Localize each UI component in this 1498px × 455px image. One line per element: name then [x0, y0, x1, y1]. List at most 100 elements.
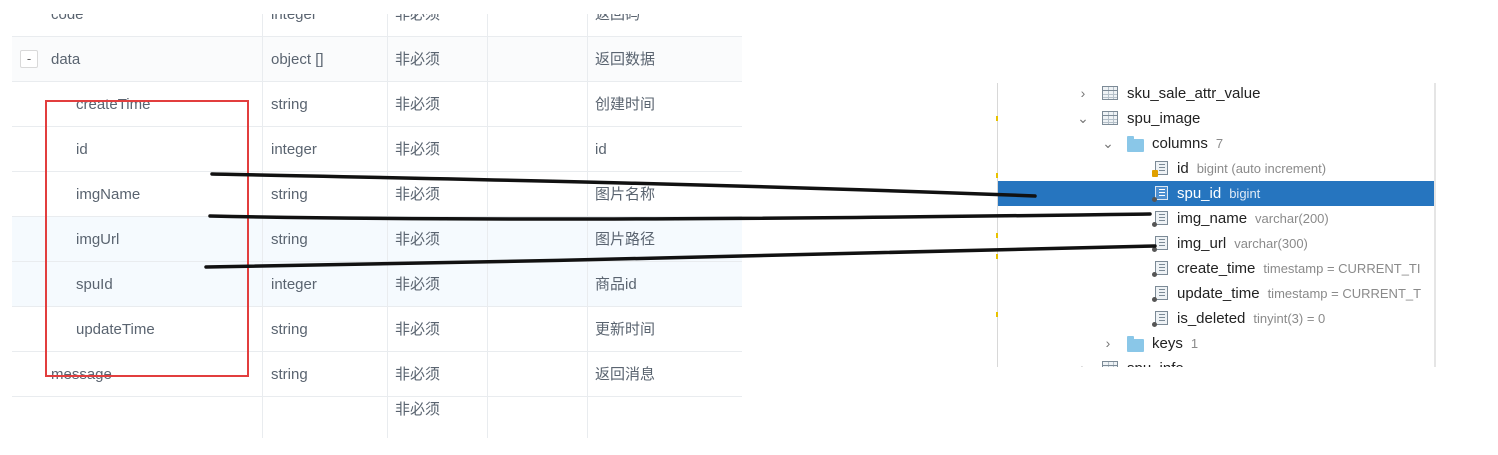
column-icon	[1152, 236, 1168, 252]
tree-item-sku-sale-attr-value[interactable]: › sku_sale_attr_value	[998, 83, 1434, 106]
table-row: 非必须	[12, 397, 742, 438]
param-desc: 商品id	[587, 262, 742, 307]
column-icon	[1152, 261, 1168, 277]
column-type: tinyint(3) = 0	[1253, 311, 1326, 326]
param-type: integer	[262, 14, 387, 37]
tree-item-column-id[interactable]: id bigint (auto increment)	[998, 156, 1434, 181]
param-default	[487, 82, 587, 127]
table-row: createTime string 非必须 创建时间	[12, 82, 742, 127]
folder-icon	[1127, 336, 1144, 352]
tree-item-keys[interactable]: › keys 1	[998, 331, 1434, 356]
param-type: integer	[262, 127, 387, 172]
param-type	[262, 397, 387, 438]
tree-item-column-create-time[interactable]: create_time timestamp = CURRENT_TI	[998, 256, 1434, 281]
tree-item-column-is-deleted[interactable]: is_deleted tinyint(3) = 0	[998, 306, 1434, 331]
param-name: updateTime	[76, 321, 155, 338]
chevron-right-icon[interactable]: ›	[1077, 83, 1089, 106]
tree-item-spu-image[interactable]: ⌄ spu_image	[998, 106, 1434, 131]
param-name: createTime	[76, 96, 151, 113]
param-type: object []	[262, 37, 387, 82]
tree-item-column-update-time[interactable]: update_time timestamp = CURRENT_T	[998, 281, 1434, 306]
column-icon	[1152, 186, 1168, 202]
table-grid-icon	[1102, 111, 1118, 125]
param-desc: 返回码	[587, 14, 742, 37]
column-name: spu_id	[1177, 185, 1222, 202]
param-default	[487, 217, 587, 262]
param-desc: 图片名称	[587, 172, 742, 217]
table-row: imgName string 非必须 图片名称	[12, 172, 742, 217]
param-name: imgUrl	[76, 231, 120, 248]
tree-item-label: keys	[1152, 335, 1183, 352]
param-default	[487, 262, 587, 307]
param-name: id	[76, 141, 88, 158]
table-row: imgUrl string 非必须 图片路径	[12, 217, 742, 262]
item-count: 1	[1190, 336, 1199, 351]
param-type: string	[262, 172, 387, 217]
column-type: varchar(200)	[1255, 211, 1329, 226]
param-required: 非必须	[387, 14, 487, 37]
tree-item-label: spu_info	[1127, 356, 1184, 367]
table-row: updateTime string 非必须 更新时间	[12, 307, 742, 352]
chevron-right-icon[interactable]: ›	[1077, 356, 1089, 367]
param-desc: 返回消息	[587, 352, 742, 397]
param-required: 非必须	[387, 37, 487, 82]
database-tree-panel: › sku_sale_attr_value ⌄ spu_image ⌄ colu…	[996, 83, 1436, 367]
table-row: id integer 非必须 id	[12, 127, 742, 172]
collapse-toggle-button[interactable]: -	[20, 50, 38, 68]
param-required: 非必须	[387, 217, 487, 262]
api-response-table: code integer 非必须 返回码 data - object [] 非必…	[12, 14, 742, 438]
param-default	[487, 352, 587, 397]
tree-item-column-img-url[interactable]: img_url varchar(300)	[998, 231, 1434, 256]
column-name: id	[1177, 160, 1189, 177]
param-type: string	[262, 217, 387, 262]
param-default	[487, 37, 587, 82]
table-row: spuId integer 非必须 商品id	[12, 262, 742, 307]
param-desc: 创建时间	[587, 82, 742, 127]
column-type: timestamp = CURRENT_T	[1267, 286, 1422, 301]
param-default	[487, 397, 587, 438]
table-grid-icon	[1102, 86, 1118, 100]
item-count: 7	[1215, 136, 1224, 151]
column-type: timestamp = CURRENT_TI	[1263, 261, 1421, 276]
column-icon	[1152, 211, 1168, 227]
tree-item-columns[interactable]: ⌄ columns 7	[998, 131, 1434, 156]
tree-item-label: columns	[1152, 135, 1208, 152]
table-grid-icon	[1102, 361, 1118, 367]
column-name: img_name	[1177, 210, 1248, 227]
param-name: spuId	[76, 276, 113, 293]
column-type: bigint	[1229, 186, 1261, 201]
column-icon	[1152, 311, 1168, 327]
param-required: 非必须	[387, 127, 487, 172]
column-icon	[1152, 286, 1168, 302]
tree-item-column-spu-id[interactable]: spu_id bigint	[998, 181, 1434, 206]
param-default	[487, 14, 587, 37]
tree-item-column-img-name[interactable]: img_name varchar(200)	[998, 206, 1434, 231]
param-required: 非必须	[387, 397, 487, 438]
column-name: update_time	[1177, 285, 1260, 302]
tree-item-label: sku_sale_attr_value	[1127, 85, 1261, 102]
param-name: data	[51, 51, 81, 68]
param-desc	[587, 397, 742, 438]
param-default	[487, 127, 587, 172]
table-row: data - object [] 非必须 返回数据	[12, 37, 742, 82]
param-required: 非必须	[387, 352, 487, 397]
param-name: message	[51, 366, 112, 383]
table-row: code integer 非必须 返回码	[12, 14, 742, 37]
tree-item-spu-info[interactable]: › spu_info	[998, 356, 1434, 367]
param-desc: id	[587, 127, 742, 172]
chevron-down-icon[interactable]: ⌄	[1102, 131, 1114, 156]
param-name	[12, 397, 262, 438]
tree-item-label: spu_image	[1127, 110, 1201, 127]
param-desc: 更新时间	[587, 307, 742, 352]
param-required: 非必须	[387, 82, 487, 127]
param-default	[487, 307, 587, 352]
param-name: imgName	[76, 186, 141, 203]
chevron-right-icon[interactable]: ›	[1102, 331, 1114, 356]
param-type: string	[262, 307, 387, 352]
chevron-down-icon[interactable]: ⌄	[1077, 106, 1089, 131]
param-type: integer	[262, 262, 387, 307]
column-name: is_deleted	[1177, 310, 1246, 327]
panel-border	[1434, 83, 1436, 367]
param-name: code	[51, 14, 84, 23]
primary-key-column-icon	[1152, 161, 1168, 177]
